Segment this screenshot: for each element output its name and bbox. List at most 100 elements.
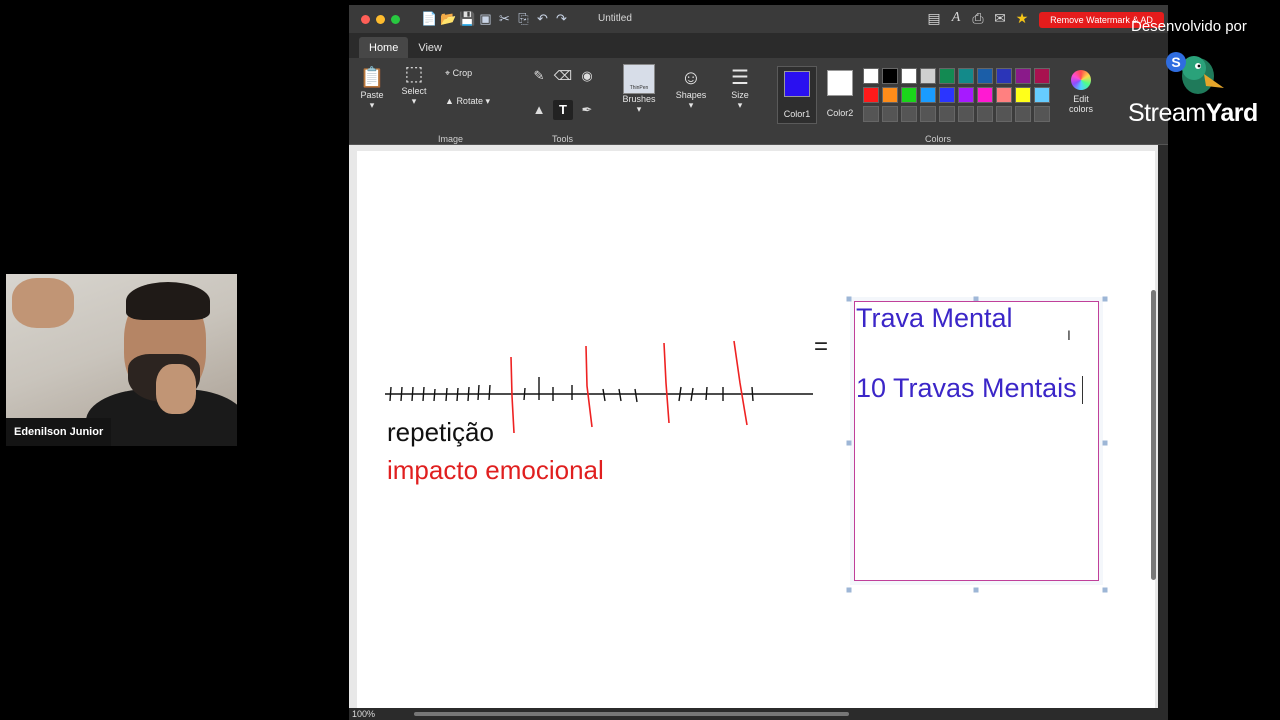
ribbon: 📋 Paste ▾ ⬚ Select ▾ ⌖ Crop ▲ Rotate ▾ I…: [349, 58, 1168, 145]
paste-button[interactable]: 📋 Paste ▾: [355, 66, 389, 111]
shapes-button[interactable]: ☺ Shapes ▾: [671, 66, 711, 111]
color-swatch[interactable]: [939, 106, 955, 122]
color2-button[interactable]: Color2: [821, 66, 859, 122]
color-swatch[interactable]: [882, 68, 898, 84]
tab-view[interactable]: View: [408, 37, 452, 59]
edit-colors-button[interactable]: Edit colors: [1061, 70, 1101, 114]
tab-home[interactable]: Home: [359, 37, 409, 59]
crop-button[interactable]: ⌖ Crop: [445, 68, 472, 79]
maximize-window-button[interactable]: [391, 15, 400, 24]
print-icon[interactable]: ⎙: [970, 10, 986, 26]
color-swatch[interactable]: [882, 87, 898, 103]
brush-thumbnail-icon: ThinPen: [623, 64, 655, 94]
text-impacto-emocional: impacto emocional: [387, 455, 604, 485]
clipboard-icon: 📋: [359, 67, 385, 89]
color-swatch[interactable]: [920, 68, 936, 84]
color-swatch[interactable]: [977, 106, 993, 122]
color-swatch[interactable]: [863, 106, 879, 122]
color-swatch[interactable]: [1015, 87, 1031, 103]
text-caret: [1082, 376, 1083, 404]
color-swatch[interactable]: [1015, 106, 1031, 122]
text-trava-mental[interactable]: Trava Mental: [856, 303, 1013, 334]
text-equals: =: [814, 333, 829, 360]
color-swatch[interactable]: [996, 106, 1012, 122]
new-file-icon[interactable]: 📄: [421, 11, 437, 26]
color-swatch[interactable]: [882, 106, 898, 122]
color-wheel-icon: [1071, 70, 1091, 90]
text-box[interactable]: [854, 301, 1099, 581]
timeline-ticks: [389, 377, 754, 403]
developed-by-label: Desenvolvido por: [1131, 18, 1247, 35]
color-swatch[interactable]: [1034, 68, 1050, 84]
brushes-button[interactable]: ThinPen Brushes ▾: [619, 64, 659, 115]
color-swatch[interactable]: [977, 68, 993, 84]
window-layout-icon[interactable]: ▤: [926, 10, 942, 26]
close-window-button[interactable]: [361, 15, 370, 24]
chevron-down-icon: ▾: [688, 100, 694, 110]
group-label-image: Image: [438, 134, 464, 144]
color-swatch[interactable]: [977, 87, 993, 103]
paint-bucket-icon[interactable]: ▲: [529, 100, 549, 120]
color-swatch[interactable]: [958, 87, 974, 103]
pencil-icon[interactable]: ✎: [529, 66, 549, 86]
text-10-travas-mentais[interactable]: 10 Travas Mentais: [856, 373, 1077, 404]
color-swatch[interactable]: [901, 68, 917, 84]
open-folder-icon[interactable]: 📂: [440, 11, 456, 26]
person-hand: [156, 364, 196, 414]
rotate-icon: ▲: [445, 96, 454, 106]
color-swatch[interactable]: [901, 87, 917, 103]
select-label: Select: [401, 86, 427, 96]
edit-colors-label: Edit colors: [1068, 94, 1093, 114]
vertical-scrollbar[interactable]: [1151, 290, 1156, 580]
text-tool-icon[interactable]: T: [553, 100, 573, 120]
color-swatch[interactable]: [920, 106, 936, 122]
save-icon[interactable]: 💾: [459, 11, 475, 26]
color-swatch[interactable]: [958, 68, 974, 84]
chevron-down-icon: ▾: [411, 96, 417, 106]
redo-icon[interactable]: ↷: [554, 11, 569, 26]
font-icon[interactable]: A: [948, 10, 964, 26]
eraser-icon[interactable]: ⌫: [553, 66, 573, 86]
color-palette: [863, 68, 1050, 122]
color-swatch[interactable]: [863, 87, 879, 103]
ribbon-tabs: Home View: [359, 37, 452, 59]
chevron-down-icon: ▾: [369, 100, 375, 110]
minimize-window-button[interactable]: [376, 15, 385, 24]
color-swatch[interactable]: [901, 106, 917, 122]
color1-button[interactable]: Color1: [777, 66, 817, 124]
color1-swatch: [784, 71, 810, 97]
ibeam-cursor-icon: I: [1067, 327, 1071, 343]
color-swatch[interactable]: [1034, 106, 1050, 122]
color-swatch[interactable]: [996, 68, 1012, 84]
save-as-icon[interactable]: ▣: [478, 11, 493, 26]
color-swatch[interactable]: [939, 68, 955, 84]
color2-swatch: [827, 70, 853, 96]
fill-icon[interactable]: ◉: [577, 66, 597, 86]
color-swatch[interactable]: [1034, 87, 1050, 103]
color-swatch[interactable]: [920, 87, 936, 103]
crop-label: Crop: [452, 68, 473, 78]
brand-name-bold: Yard: [1205, 99, 1259, 127]
smiley-shape-icon: ☺: [680, 67, 702, 89]
cut-icon[interactable]: ✂: [497, 11, 512, 26]
size-button[interactable]: ☰ Size ▾: [721, 66, 759, 111]
color-swatch[interactable]: [996, 87, 1012, 103]
webcam-name-label: Edenilson Junior: [6, 418, 112, 446]
horizontal-scrollbar[interactable]: [414, 712, 849, 716]
copy-icon[interactable]: ⎘: [516, 11, 531, 26]
mail-icon[interactable]: ✉: [992, 10, 1008, 26]
color2-label: Color2: [826, 108, 854, 118]
color-swatch[interactable]: [958, 106, 974, 122]
star-icon[interactable]: ★: [1014, 10, 1030, 26]
drawing-canvas[interactable]: repetição impacto emocional = Trava Ment…: [357, 151, 1155, 710]
rotate-button[interactable]: ▲ Rotate ▾: [445, 96, 490, 107]
select-button[interactable]: ⬚ Select ▾: [397, 62, 431, 107]
paint-window: 📄 📂 💾 ▣ ✂ ⎘ ↶ ↷ Untitled ▤ A ⎙ ✉ ★ Remov…: [349, 5, 1168, 720]
color-swatch[interactable]: [863, 68, 879, 84]
undo-icon[interactable]: ↶: [535, 11, 550, 26]
color-swatch[interactable]: [939, 87, 955, 103]
chevron-down-icon: ▾: [636, 104, 642, 114]
person-hair: [126, 282, 210, 320]
color-swatch[interactable]: [1015, 68, 1031, 84]
color-picker-icon[interactable]: ✒: [577, 100, 597, 120]
